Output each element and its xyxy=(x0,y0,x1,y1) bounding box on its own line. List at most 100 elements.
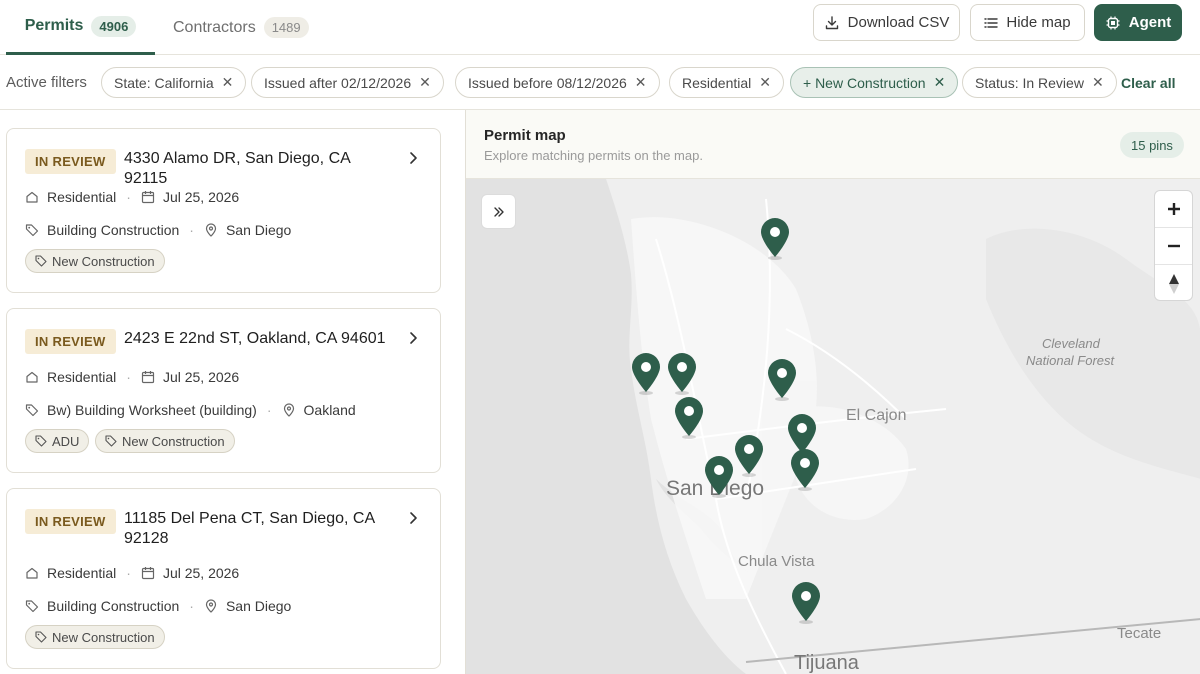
close-icon[interactable]: ✕ xyxy=(222,74,234,91)
pins-count-badge: 15 pins xyxy=(1120,132,1184,158)
location-pin-icon xyxy=(205,599,217,613)
tab-contractors[interactable]: Contractors 1489 xyxy=(173,0,309,55)
status-badge: IN REVIEW xyxy=(25,329,116,354)
filter-chip-label: Status: In Review xyxy=(975,74,1084,91)
filter-bar: Active filters State: California ✕ Issued… xyxy=(0,55,1200,110)
download-csv-label: Download CSV xyxy=(847,14,950,31)
permit-tag: New Construction xyxy=(95,429,235,453)
close-icon[interactable]: ✕ xyxy=(934,74,946,91)
filter-chip-state[interactable]: State: California ✕ xyxy=(101,67,247,98)
map-label-chula-vista: Chula Vista xyxy=(738,553,815,570)
permit-address: 4330 Alamo DR, San Diego, CA 92115 xyxy=(124,150,350,187)
map-label-el-cajon: El Cajon xyxy=(846,407,907,424)
collapse-panel-button[interactable] xyxy=(481,194,516,229)
permit-list: IN REVIEW 4330 Alamo DR, San Diego, CA 9… xyxy=(0,110,465,674)
permit-meta-row: Residential · Jul 25, 2026 xyxy=(25,189,239,205)
separator-dot: · xyxy=(126,189,131,205)
calendar-icon xyxy=(141,371,155,384)
map-pin[interactable] xyxy=(703,455,735,499)
close-icon[interactable]: ✕ xyxy=(1092,74,1104,91)
permit-address: 2423 E 22nd ST, Oakland, CA 94601 xyxy=(124,330,386,347)
calendar-icon xyxy=(141,567,155,580)
reset-north-button[interactable] xyxy=(1155,265,1192,302)
map-label-national-forest: National Forest xyxy=(1026,353,1115,368)
hide-map-label: Hide map xyxy=(1006,14,1071,31)
status-badge: IN REVIEW xyxy=(25,509,116,534)
separator-dot: · xyxy=(189,222,194,238)
agent-button[interactable]: Agent xyxy=(1094,4,1182,41)
tab-permits[interactable]: Permits 4906 xyxy=(6,0,155,55)
map-title: Permit map xyxy=(484,127,566,144)
permit-tag-label: New Construction xyxy=(52,253,155,269)
permit-meta-row: Residential · Jul 25, 2026 xyxy=(25,565,239,581)
map-subtitle: Explore matching permits on the map. xyxy=(484,148,703,163)
map-canvas[interactable]: Cleveland National Forest El Cajon San D… xyxy=(466,179,1200,674)
tab-contractors-label: Contractors xyxy=(173,18,256,36)
close-icon[interactable]: ✕ xyxy=(419,74,431,91)
zoom-controls xyxy=(1154,190,1193,301)
map-pin[interactable] xyxy=(733,434,765,478)
permit-meta-row: Building Construction · San Diego xyxy=(25,598,291,614)
permit-tag-label: New Construction xyxy=(52,629,155,645)
tags-icon xyxy=(25,404,39,417)
chevron-right-icon[interactable] xyxy=(405,150,421,166)
filter-chip-issued-after[interactable]: Issued after 02/12/2026 ✕ xyxy=(251,67,444,98)
filter-chip-label: State: California xyxy=(114,74,214,91)
map-pin[interactable] xyxy=(673,396,705,440)
separator-dot: · xyxy=(126,369,131,385)
location-pin-icon xyxy=(283,403,294,417)
calendar-icon xyxy=(141,191,155,204)
permit-date: Jul 25, 2026 xyxy=(162,565,240,581)
zoom-out-button[interactable] xyxy=(1155,228,1192,265)
chevron-right-icon[interactable] xyxy=(405,330,421,346)
map-pin[interactable] xyxy=(666,352,698,396)
filter-chip-label: + New Construction xyxy=(803,74,926,91)
permit-work: Building Construction xyxy=(47,598,180,614)
permit-card[interactable]: IN REVIEW 4330 Alamo DR, San Diego, CA 9… xyxy=(6,128,441,293)
home-icon xyxy=(26,567,38,579)
filter-chip-label: Issued before 08/12/2026 xyxy=(468,74,627,91)
filter-chip-new-construction[interactable]: + New Construction ✕ xyxy=(790,67,959,98)
permit-date: Jul 25, 2026 xyxy=(162,369,240,385)
map-basemap xyxy=(466,179,1200,674)
close-icon[interactable]: ✕ xyxy=(635,74,647,91)
zoom-in-button[interactable] xyxy=(1155,191,1192,228)
map-label-tijuana: Tijuana xyxy=(794,652,859,674)
map-pin[interactable] xyxy=(790,581,822,625)
permit-date: Jul 25, 2026 xyxy=(162,189,240,205)
permit-type: Residential xyxy=(47,369,117,385)
permit-work: Bw) Building Worksheet (building) xyxy=(47,402,257,418)
download-csv-button[interactable]: Download CSV xyxy=(813,4,960,41)
tag-icon xyxy=(35,255,47,267)
map-pin[interactable] xyxy=(630,352,662,396)
active-filters-label: Active filters xyxy=(6,74,87,91)
filter-chip-status[interactable]: Status: In Review ✕ xyxy=(962,67,1117,98)
tab-contractors-count: 1489 xyxy=(263,17,309,38)
tab-permits-label: Permits xyxy=(24,17,84,34)
download-icon xyxy=(825,15,838,29)
tag-icon xyxy=(35,435,47,447)
filter-chip-label: Issued after 02/12/2026 xyxy=(264,74,412,91)
chevron-right-icon[interactable] xyxy=(405,510,421,526)
filter-chip-label: Residential xyxy=(682,74,752,91)
list-icon xyxy=(984,17,999,28)
separator-dot: · xyxy=(189,598,194,614)
permit-card[interactable]: IN REVIEW 11185 Del Pena CT, San Diego, … xyxy=(6,488,441,669)
filter-chip-residential[interactable]: Residential ✕ xyxy=(669,67,784,98)
map-pin[interactable] xyxy=(759,217,791,261)
hide-map-button[interactable]: Hide map xyxy=(970,4,1085,41)
permit-type: Residential xyxy=(47,189,117,205)
map-pin[interactable] xyxy=(789,448,821,492)
filter-chip-issued-before[interactable]: Issued before 08/12/2026 ✕ xyxy=(455,67,660,98)
tab-permits-count: 4906 xyxy=(91,15,137,37)
map-pin[interactable] xyxy=(766,358,798,402)
clear-all-link[interactable]: Clear all xyxy=(1121,75,1175,91)
home-icon xyxy=(26,191,38,203)
tag-icon xyxy=(105,435,117,447)
permit-city: San Diego xyxy=(225,598,292,614)
permit-card[interactable]: IN REVIEW 2423 E 22nd ST, Oakland, CA 94… xyxy=(6,308,441,473)
map-label-cleveland: Cleveland xyxy=(1042,336,1100,351)
close-icon[interactable]: ✕ xyxy=(759,74,771,91)
permit-tag: New Construction xyxy=(25,625,165,649)
permit-tag-label: New Construction xyxy=(122,433,225,449)
